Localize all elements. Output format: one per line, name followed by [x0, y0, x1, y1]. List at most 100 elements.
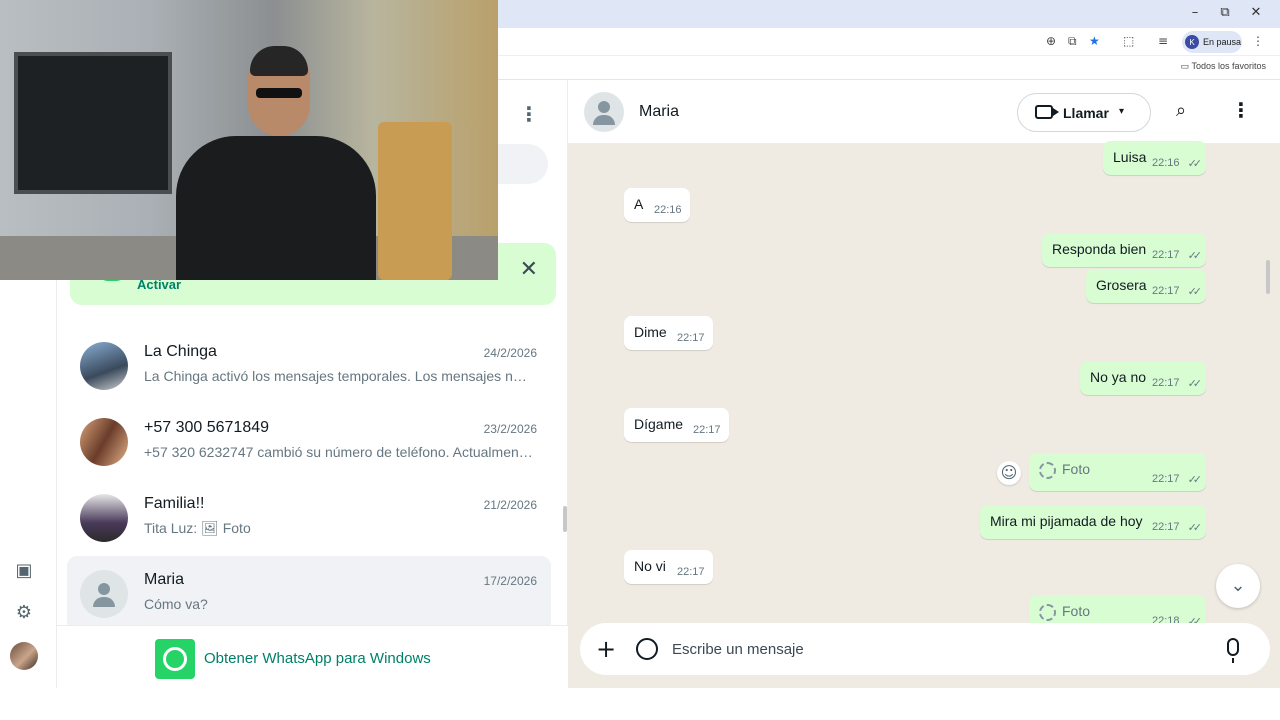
message-text: No vi	[634, 558, 666, 574]
avatar	[80, 342, 128, 390]
read-ticks-icon: ✓✓	[1187, 157, 1203, 170]
emoji-reaction-icon[interactable]: ☺	[997, 461, 1021, 485]
minimize-button[interactable]: –	[1180, 5, 1210, 20]
chat-date: 17/2/2026	[483, 574, 537, 588]
media-control-icon[interactable]: ≡	[1158, 34, 1168, 48]
chat-preview: +57 320 6232747 cambió su número de telé…	[144, 444, 534, 460]
contact-name[interactable]: Maria	[639, 103, 679, 121]
message-time: 22:17	[677, 332, 705, 344]
read-ticks-icon: ✓✓	[1187, 473, 1203, 486]
read-ticks-icon: ✓✓	[1187, 521, 1203, 534]
user-avatar[interactable]	[10, 642, 38, 670]
profile-avatar: K	[1185, 35, 1199, 49]
message-text: Mira mi pijamada de hoy	[990, 513, 1143, 529]
message-composer: + Escribe un mensaje	[580, 623, 1270, 675]
gear-icon[interactable]: ⚙	[12, 600, 36, 624]
close-window-button[interactable]: ✕	[1241, 5, 1271, 20]
message-bubble[interactable]: Responda bien 22:17 ✓✓	[1042, 233, 1206, 267]
message-text: Responda bien	[1052, 241, 1147, 257]
message-bubble[interactable]: No ya no 22:17 ✓✓	[1080, 361, 1206, 395]
photo-label: Foto	[1039, 461, 1090, 479]
contact-avatar[interactable]	[584, 92, 624, 132]
message-text: Grosera	[1096, 277, 1147, 293]
message-text: Dime	[634, 324, 667, 340]
browser-menu-icon[interactable]: ⋮	[1252, 34, 1264, 48]
photo-message[interactable]: Foto 22:17 ✓✓	[1029, 453, 1206, 491]
close-icon[interactable]: ✕	[520, 257, 538, 282]
message-time: 22:16	[654, 204, 682, 216]
photo-loading-icon	[1039, 603, 1056, 621]
whatsapp-logo-icon	[155, 639, 195, 679]
message-bubble[interactable]: Luisa 22:16 ✓✓	[1103, 141, 1206, 175]
zoom-icon[interactable]: ⊕	[1046, 34, 1056, 48]
message-text: Dígame	[634, 416, 684, 432]
install-icon[interactable]: ⧉	[1068, 34, 1077, 49]
call-button[interactable]: Llamar ▾	[1017, 93, 1151, 132]
message-bubble[interactable]: Dígame 22:17	[624, 408, 729, 442]
message-time: 22:17	[677, 566, 705, 578]
get-whatsapp-banner[interactable]: Obtener WhatsApp para Windows	[57, 625, 568, 688]
chat-item-phone[interactable]: +57 300 5671849 23/2/2026 +57 320 623274…	[67, 404, 551, 480]
message-bubble[interactable]: No vi 22:17	[624, 550, 713, 584]
webcam-window-frame	[14, 52, 172, 194]
scroll-down-button[interactable]: ⌄	[1216, 564, 1260, 608]
message-bubble[interactable]: Grosera 22:17 ✓✓	[1086, 269, 1206, 303]
profile-button[interactable]: K En pausa	[1182, 31, 1242, 53]
sticker-icon[interactable]	[636, 638, 658, 660]
all-bookmarks-link[interactable]: ▭ Todos los favoritos	[1181, 61, 1266, 72]
message-time: 22:17	[693, 424, 721, 436]
search-icon[interactable]: ⌕	[1176, 100, 1186, 121]
restore-button[interactable]: ⧉	[1210, 5, 1240, 20]
chat-name: La Chinga	[144, 343, 217, 360]
avatar	[80, 570, 128, 618]
get-whatsapp-link[interactable]: Obtener WhatsApp para Windows	[204, 650, 431, 667]
conversation-menu-icon[interactable]: ⋮	[1231, 98, 1251, 122]
attach-plus-icon[interactable]: +	[596, 635, 616, 663]
chat-item-familia[interactable]: Familia!! 21/2/2026 Tita Luz: 🖼 Foto	[67, 480, 551, 556]
message-text: Foto	[1062, 461, 1091, 477]
chat-preview: Cómo va?	[144, 596, 208, 612]
chat-list-menu-icon[interactable]: ⋮	[519, 102, 539, 126]
photo-loading-icon	[1039, 461, 1056, 479]
chat-preview: Tita Luz: 🖼 Foto	[144, 520, 251, 536]
read-ticks-icon: ✓✓	[1187, 249, 1203, 262]
chat-item-maria[interactable]: Maria 17/2/2026 Cómo va?	[67, 556, 551, 632]
webcam-person	[176, 40, 376, 280]
chat-date: 23/2/2026	[483, 422, 537, 436]
message-time: 22:17	[1152, 285, 1180, 297]
chat-list-scrollbar[interactable]	[563, 506, 567, 532]
message-bubble[interactable]: Mira mi pijamada de hoy 22:17 ✓✓	[980, 505, 1206, 539]
photo-label: Foto	[1039, 603, 1090, 621]
message-time: 22:17	[1152, 473, 1180, 485]
media-icon[interactable]: ▣	[12, 558, 36, 582]
extensions-icon[interactable]: ⬚	[1123, 34, 1134, 48]
star-icon[interactable]: ★	[1089, 34, 1100, 48]
conversation-scrollbar[interactable]	[1266, 260, 1270, 294]
all-bookmarks-label: Todos los favoritos	[1191, 61, 1266, 71]
webcam-chair	[378, 122, 452, 280]
avatar	[80, 418, 128, 466]
video-camera-icon	[1035, 105, 1059, 119]
conversation-header: Maria Llamar ▾ ⌕ ⋮	[568, 80, 1280, 144]
chat-name: Familia!!	[144, 495, 205, 512]
message-bubble[interactable]: Dime 22:17	[624, 316, 713, 350]
message-text: Foto	[1062, 603, 1091, 619]
message-bubble[interactable]: A 22:16	[624, 188, 690, 222]
call-label: Llamar	[1063, 105, 1109, 121]
read-ticks-icon: ✓✓	[1187, 285, 1203, 298]
message-time: 22:17	[1152, 249, 1180, 261]
message-time: 22:17	[1152, 377, 1180, 389]
microphone-icon[interactable]	[1227, 638, 1239, 663]
chat-name: +57 300 5671849	[144, 419, 270, 436]
conversation-pane: Maria Llamar ▾ ⌕ ⋮ Luisa 22:16 ✓✓ A 22:1…	[568, 80, 1280, 688]
profile-status: En pausa	[1203, 37, 1242, 47]
webcam-overlay	[0, 0, 498, 280]
message-time: 22:16	[1152, 157, 1180, 169]
message-text: A	[634, 196, 644, 212]
chat-date: 21/2/2026	[483, 498, 537, 512]
chat-name: Maria	[144, 571, 185, 588]
chat-item-la-chinga[interactable]: La Chinga 24/2/2026 La Chinga activó los…	[67, 328, 551, 404]
avatar	[80, 494, 128, 542]
chat-preview: La Chinga activó los mensajes temporales…	[144, 368, 534, 384]
message-input[interactable]: Escribe un mensaje	[672, 641, 804, 658]
